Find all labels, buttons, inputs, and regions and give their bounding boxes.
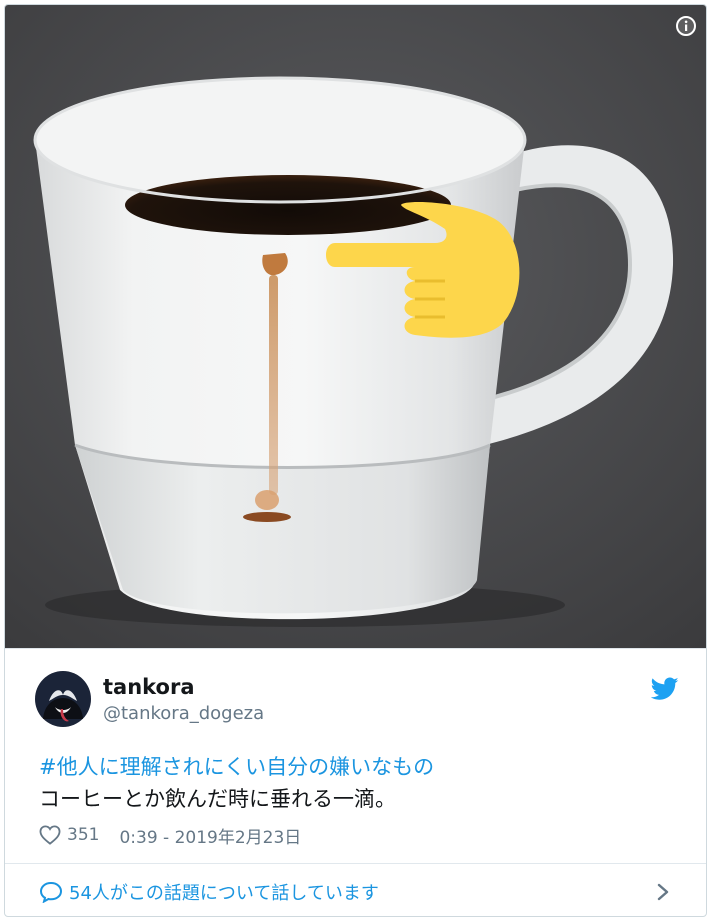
conversation-link[interactable]: 54人がこの話題について話しています (39, 877, 379, 907)
footer-divider (5, 863, 706, 864)
tweet-meta: 351 0:39 - 2019年2月23日 (39, 822, 301, 848)
embedded-tweet-card: tankora @tankora_dogeza #他人に理解されにくい自分の嫌い… (4, 4, 707, 917)
info-icon[interactable] (676, 16, 696, 36)
display-name[interactable]: tankora (103, 675, 195, 699)
user-handle[interactable]: @tankora_dogeza (103, 703, 264, 724)
avatar[interactable] (35, 671, 91, 727)
heart-icon[interactable] (39, 825, 61, 845)
speech-bubble-icon (39, 881, 63, 903)
twitter-bird-icon[interactable] (651, 677, 679, 701)
hashtag-link[interactable]: #他人に理解されにくい自分の嫌いなもの (39, 751, 679, 783)
conversation-text: 54人がこの話題について話しています (69, 883, 379, 904)
tweet-photo[interactable] (5, 5, 706, 648)
media-divider (5, 648, 706, 649)
tweet-text: #他人に理解されにくい自分の嫌いなもの コーヒーとか飲んだ時に垂れる一滴。 (39, 751, 679, 815)
tweet-body: コーヒーとか飲んだ時に垂れる一滴。 (39, 787, 396, 811)
tweet-header: tankora @tankora_dogeza (35, 671, 685, 731)
coffee-mug-photo (5, 5, 706, 648)
timestamp[interactable]: 0:39 - 2019年2月23日 (119, 823, 301, 848)
chevron-right-icon[interactable] (656, 882, 670, 902)
like-count[interactable]: 351 (67, 825, 99, 845)
